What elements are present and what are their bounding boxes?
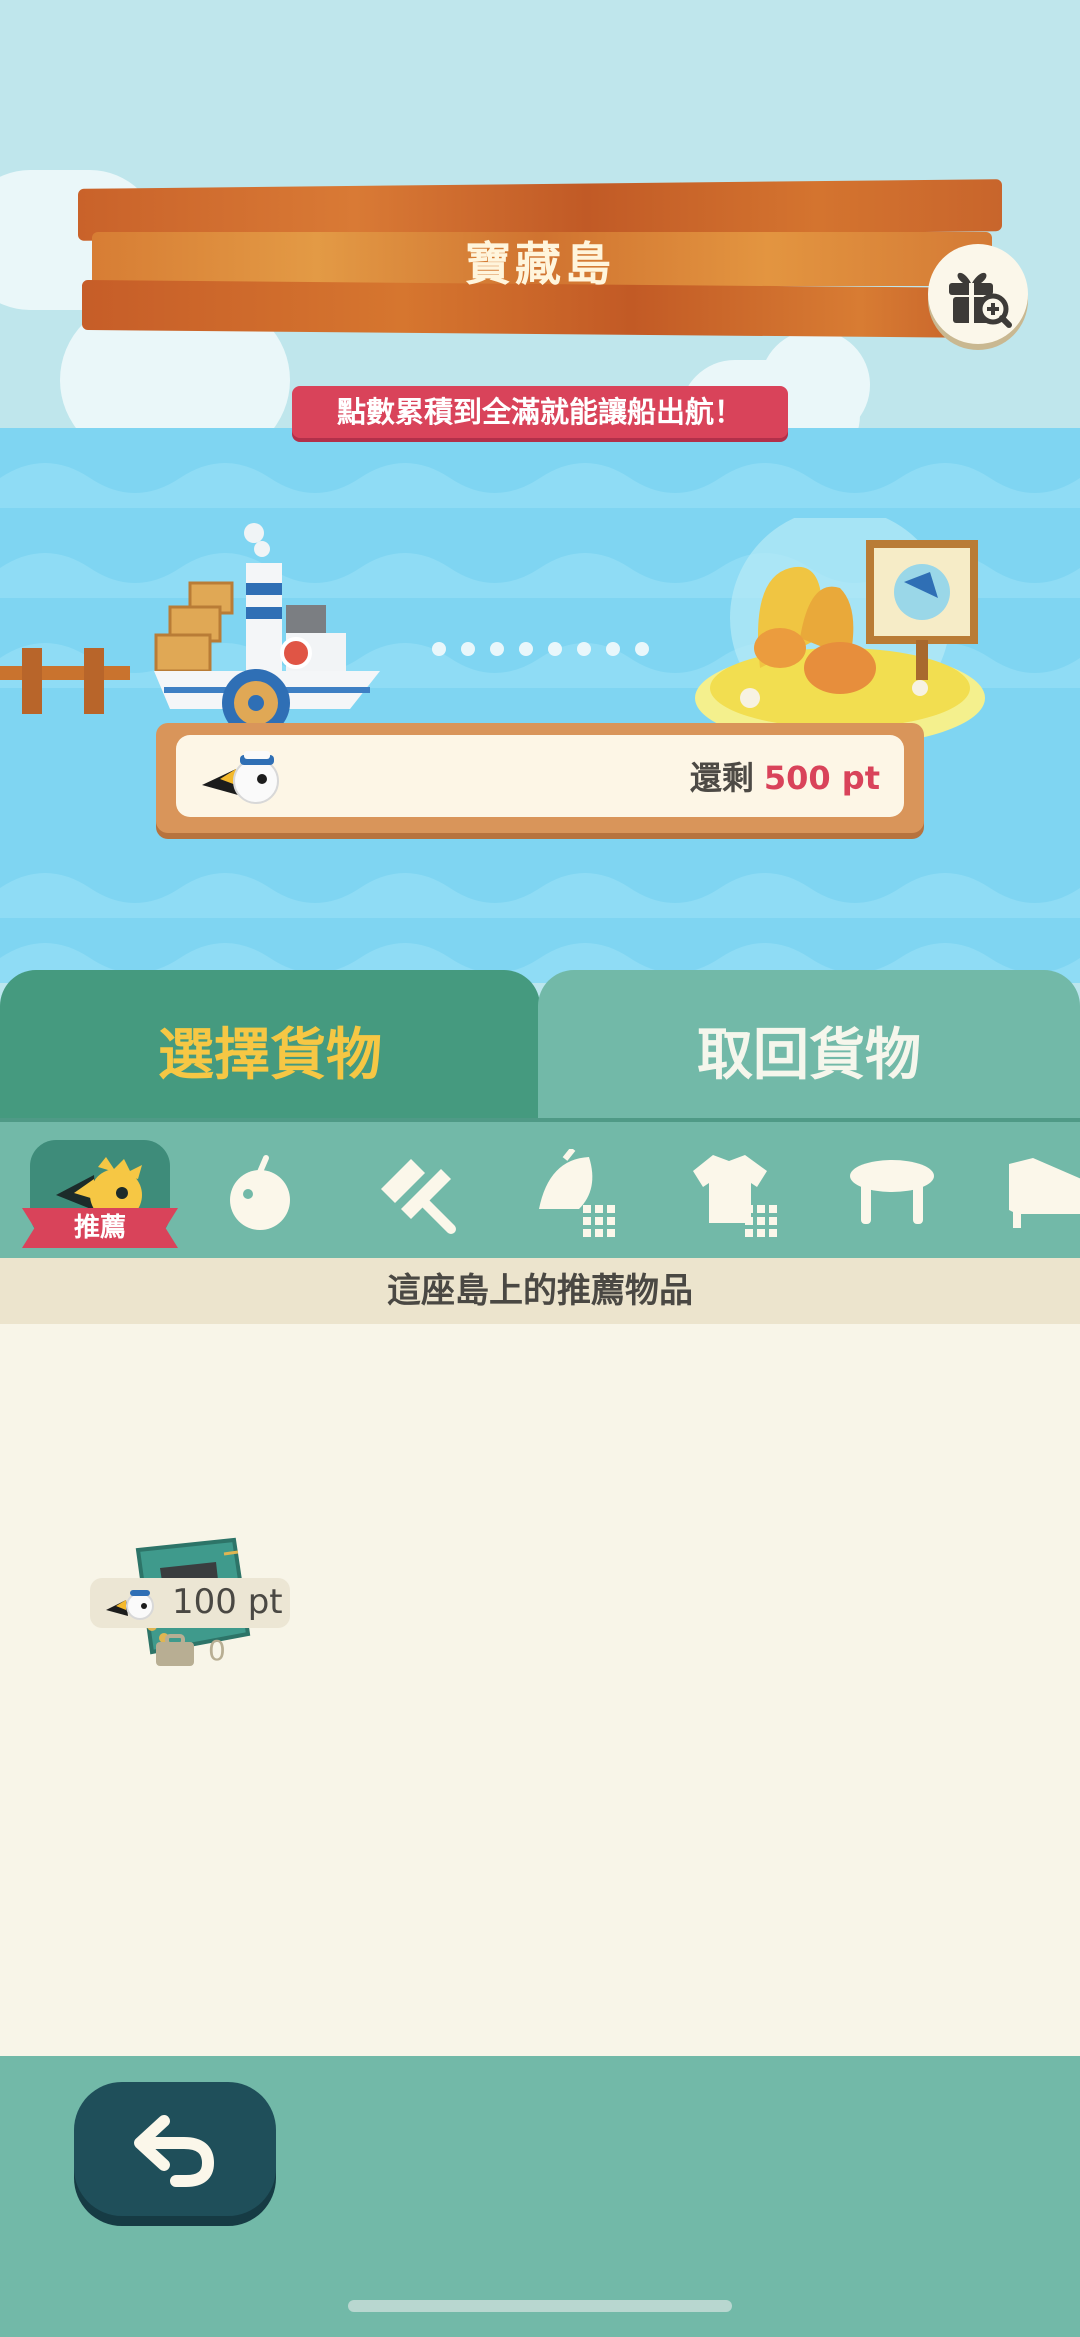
island-name: 寶藏島	[465, 237, 615, 291]
item-price-tag: 100 pt	[90, 1578, 290, 1628]
status-tip-banner: 點數累積到全滿就能讓船出航！	[292, 386, 788, 438]
tools-icon	[381, 1159, 456, 1234]
category-furniture-bed[interactable]	[998, 1144, 1080, 1244]
points-remaining: 還剩 500 pt	[690, 753, 880, 799]
status-panel: 還剩 500 pt	[176, 735, 904, 817]
home-indicator[interactable]	[348, 2300, 732, 2312]
category-materials[interactable]	[524, 1144, 624, 1244]
pelican-points-icon	[106, 1590, 154, 1620]
item-stock-count: 0	[208, 1634, 226, 1667]
dock-icon	[0, 648, 130, 714]
back-arrow-icon	[134, 2115, 215, 2187]
furniture-stool-icon	[850, 1160, 934, 1224]
furniture-bed-icon	[1009, 1158, 1080, 1228]
category-fruit[interactable]	[210, 1144, 310, 1244]
fruit-icon	[230, 1155, 290, 1230]
gift-search-icon	[949, 272, 1012, 328]
item-grid: 100 pt 0	[0, 1324, 1080, 2056]
category-tools[interactable]	[366, 1144, 466, 1244]
voyage-progress-dots	[432, 642, 649, 656]
remaining-points: 500 pt	[763, 759, 880, 797]
wave	[0, 463, 1080, 508]
cargo-tabs: 選擇貨物 取回貨物	[0, 970, 1080, 1120]
treasure-island-icon	[695, 518, 985, 746]
tab-retrieve-cargo[interactable]: 取回貨物	[538, 970, 1080, 1120]
ship-icon	[154, 523, 380, 723]
section-title: 這座島上的推薦物品	[0, 1258, 1080, 1324]
status-board: 還剩 500 pt	[156, 723, 924, 833]
inventory-bag-icon	[156, 1634, 194, 1666]
island-name-sign: 寶藏島	[78, 179, 1002, 338]
sea-scene: 還剩 500 pt	[0, 428, 1080, 983]
tab-label: 取回貨物	[697, 1023, 921, 1088]
item-price: 100 pt	[172, 1582, 283, 1622]
remaining-label: 還剩	[689, 759, 754, 797]
gift-preview-button[interactable]	[928, 244, 1028, 344]
category-clothing[interactable]	[684, 1144, 784, 1244]
back-button[interactable]	[74, 2082, 276, 2216]
pelican-avatar-icon	[202, 751, 279, 804]
tab-label: 選擇貨物	[158, 1023, 382, 1088]
wave	[0, 873, 1080, 918]
clothing-icon	[693, 1155, 777, 1237]
recommended-label: 推薦	[22, 1208, 178, 1248]
category-furniture-stool[interactable]	[842, 1144, 942, 1244]
materials-icon	[539, 1149, 615, 1237]
tab-select-cargo[interactable]: 選擇貨物	[0, 970, 540, 1120]
